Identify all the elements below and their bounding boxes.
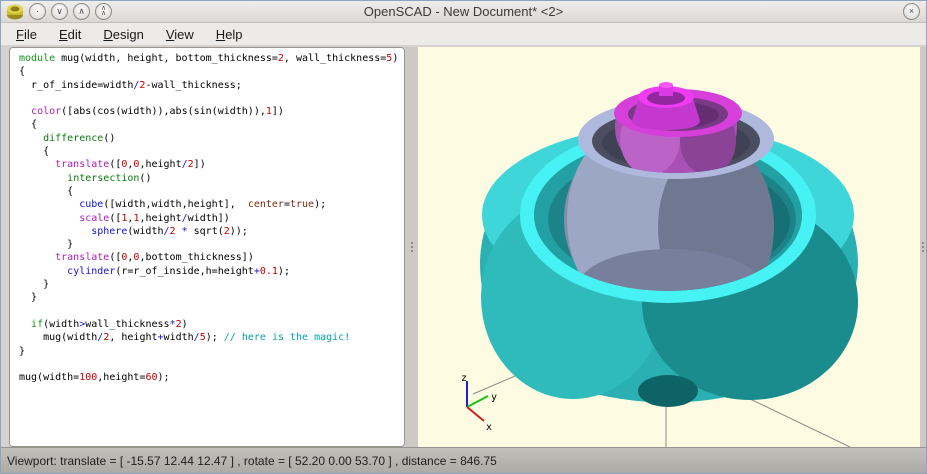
dot-icon: · — [36, 7, 39, 16]
chevron-up-icon: ∧ — [78, 7, 85, 16]
left-gutter — [1, 47, 9, 447]
code-line[interactable]: translate([0,0,bottom_thickness]) — [19, 251, 404, 264]
code-line[interactable]: module mug(width, height, bottom_thickne… — [19, 52, 404, 65]
menu-item-edit[interactable]: Edit — [48, 25, 92, 44]
x-axis-label: x — [486, 422, 492, 433]
code-editor[interactable]: module mug(width, height, bottom_thickne… — [9, 47, 405, 447]
code-line[interactable]: color([abs(cos(width)),abs(sin(width)),1… — [19, 105, 404, 118]
code-line[interactable]: } — [19, 238, 404, 251]
code-line[interactable]: mug(width/2, height+width/5); // here is… — [19, 331, 404, 344]
code-line[interactable]: { — [19, 65, 404, 78]
viewport-status-text: Viewport: translate = [ -15.57 12.44 12.… — [7, 454, 497, 468]
z-axis-label: z — [461, 373, 467, 384]
knob-inner-cap — [659, 82, 673, 88]
code-line[interactable] — [19, 92, 404, 105]
window-shade-button[interactable]: ∧ ∧ — [95, 3, 112, 20]
splitter-grip-icon — [411, 242, 413, 252]
menubar: FileEditDesignViewHelp — [1, 23, 926, 45]
code-line[interactable]: r_of_inside=width/2-wall_thickness; — [19, 79, 404, 92]
code-line[interactable] — [19, 305, 404, 318]
openscad-app-icon — [6, 4, 24, 20]
code-line[interactable] — [19, 358, 404, 371]
main-content: module mug(width, height, bottom_thickne… — [1, 45, 926, 447]
code-line[interactable]: } — [19, 291, 404, 304]
code-line[interactable]: mug(width=100,height=60); — [19, 371, 404, 384]
menu-item-file[interactable]: File — [5, 25, 48, 44]
3d-scene[interactable]: z y x — [418, 47, 920, 447]
code-line[interactable]: difference() — [19, 132, 404, 145]
code-line[interactable]: cube([width,width,height], center=true); — [19, 198, 404, 211]
right-splitter-grip-icon — [922, 242, 924, 252]
code-line[interactable]: { — [19, 145, 404, 158]
menu-item-help[interactable]: Help — [205, 25, 254, 44]
window-sticky-button[interactable]: · — [29, 3, 46, 20]
right-edge-splitter[interactable] — [920, 47, 926, 447]
y-axis-label: y — [491, 392, 497, 403]
pane-splitter[interactable] — [405, 47, 418, 447]
code-line[interactable]: } — [19, 278, 404, 291]
code-line[interactable]: intersection() — [19, 172, 404, 185]
outer-mug-lobe-notch — [638, 375, 698, 407]
code-line[interactable]: { — [19, 185, 404, 198]
code-line[interactable]: } — [19, 345, 404, 358]
close-icon: × — [909, 7, 914, 16]
double-chevron-up-icon: ∧ ∧ — [101, 7, 106, 16]
titlebar[interactable]: OpenSCAD - New Document* <2> · ∨ ∧ ∧ ∧ × — [1, 1, 926, 23]
window-close-button[interactable]: × — [903, 3, 920, 20]
code-line[interactable]: { — [19, 118, 404, 131]
menu-item-design[interactable]: Design — [92, 25, 154, 44]
code-line[interactable]: if(width>wall_thickness*2) — [19, 318, 404, 331]
window-minimize-button[interactable]: ∨ — [51, 3, 68, 20]
code-line[interactable]: sphere(width/2 * sqrt(2)); — [19, 225, 404, 238]
statusbar: Viewport: translate = [ -15.57 12.44 12.… — [1, 447, 926, 473]
chevron-down-icon: ∨ — [56, 7, 63, 16]
code-line[interactable]: cylinder(r=r_of_inside,h=height+0.1); — [19, 265, 404, 278]
openscad-window: OpenSCAD - New Document* <2> · ∨ ∧ ∧ ∧ ×… — [0, 0, 927, 474]
code-line[interactable]: scale([1,1,height/width]) — [19, 212, 404, 225]
code-line[interactable]: translate([0,0,height/2]) — [19, 158, 404, 171]
code-area[interactable]: module mug(width, height, bottom_thickne… — [19, 52, 404, 384]
window-maximize-button[interactable]: ∧ — [73, 3, 90, 20]
menu-item-view[interactable]: View — [155, 25, 205, 44]
window-title: OpenSCAD - New Document* <2> — [1, 1, 926, 23]
3d-viewport[interactable]: z y x — [418, 47, 920, 447]
